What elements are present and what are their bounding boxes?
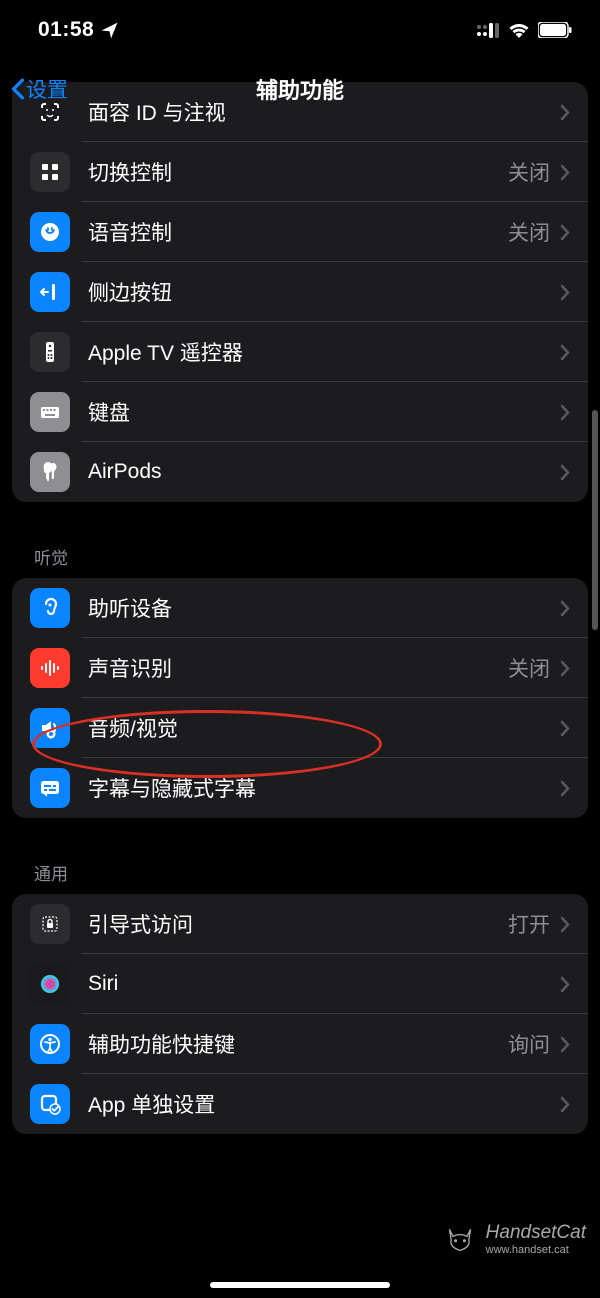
- chevron-right-icon: [560, 344, 570, 361]
- chevron-right-icon: [560, 104, 570, 121]
- chevron-right-icon: [560, 720, 570, 737]
- sound-recognition-icon: [30, 648, 70, 688]
- row-sound-recognition[interactable]: 声音识别 关闭: [12, 638, 588, 698]
- row-label: 音频/视觉: [88, 713, 560, 743]
- chevron-right-icon: [560, 284, 570, 301]
- row-apple-tv-remote[interactable]: Apple TV 遥控器: [12, 322, 588, 382]
- guided-access-icon: [30, 904, 70, 944]
- accessibility-shortcut-icon: [30, 1024, 70, 1064]
- group-hearing: 助听设备 声音识别 关闭 音频/视觉 字幕与隐藏式字幕: [12, 578, 588, 818]
- row-label: 键盘: [88, 397, 560, 427]
- watermark: HandsetCat www.handset.cat: [442, 1222, 586, 1256]
- wifi-icon: [508, 22, 530, 38]
- row-voice-control[interactable]: 语音控制 关闭: [12, 202, 588, 262]
- status-bar: 01:58: [0, 0, 600, 60]
- subtitles-icon: [30, 768, 70, 808]
- airpods-icon: [30, 452, 70, 492]
- chevron-right-icon: [560, 464, 570, 481]
- row-hearing-devices[interactable]: 助听设备: [12, 578, 588, 638]
- location-icon: [100, 21, 119, 40]
- row-audio-visual[interactable]: 音频/视觉: [12, 698, 588, 758]
- signal-icon: [476, 23, 500, 38]
- audio-visual-icon: [30, 708, 70, 748]
- apple-tv-remote-icon: [30, 332, 70, 372]
- status-time: 01:58: [38, 18, 94, 42]
- row-value: 关闭: [508, 157, 550, 187]
- chevron-right-icon: [560, 780, 570, 797]
- row-guided-access[interactable]: 引导式访问 打开: [12, 894, 588, 954]
- chevron-right-icon: [560, 660, 570, 677]
- chevron-right-icon: [560, 404, 570, 421]
- voice-control-icon: [30, 212, 70, 252]
- home-indicator[interactable]: [210, 1282, 390, 1288]
- row-value: 打开: [508, 909, 550, 939]
- chevron-right-icon: [560, 1036, 570, 1053]
- group-header-hearing: 听觉: [12, 544, 588, 578]
- hearing-devices-icon: [30, 588, 70, 628]
- row-airpods[interactable]: AirPods: [12, 442, 588, 502]
- siri-icon: [30, 964, 70, 1004]
- row-label: 面容 ID 与注视: [88, 97, 560, 127]
- keyboard-icon: [30, 392, 70, 432]
- row-label: 辅助功能快捷键: [88, 1029, 508, 1059]
- face-id-icon: [30, 92, 70, 132]
- row-per-app-settings[interactable]: App 单独设置: [12, 1074, 588, 1134]
- content: 面容 ID 与注视 切换控制 关闭 语音控制 关闭 侧边按: [0, 82, 600, 1134]
- row-label: Apple TV 遥控器: [88, 337, 560, 367]
- side-button-icon: [30, 272, 70, 312]
- row-label: Siri: [88, 972, 560, 996]
- chevron-right-icon: [560, 916, 570, 933]
- row-switch-control[interactable]: 切换控制 关闭: [12, 142, 588, 202]
- chevron-right-icon: [560, 976, 570, 993]
- row-value: 关闭: [508, 217, 550, 247]
- row-face-id[interactable]: 面容 ID 与注视: [12, 82, 588, 142]
- battery-icon: [538, 22, 572, 38]
- row-label: 切换控制: [88, 157, 508, 187]
- chevron-right-icon: [560, 600, 570, 617]
- row-side-button[interactable]: 侧边按钮: [12, 262, 588, 322]
- chevron-right-icon: [560, 224, 570, 241]
- status-right: [476, 22, 572, 38]
- watermark-text: HandsetCat: [486, 1222, 586, 1244]
- row-subtitles[interactable]: 字幕与隐藏式字幕: [12, 758, 588, 818]
- row-siri[interactable]: Siri: [12, 954, 588, 1014]
- watermark-url: www.handset.cat: [486, 1244, 586, 1256]
- cat-icon: [442, 1224, 478, 1254]
- per-app-settings-icon: [30, 1084, 70, 1124]
- row-keyboard[interactable]: 键盘: [12, 382, 588, 442]
- row-label: 侧边按钮: [88, 277, 560, 307]
- row-value: 关闭: [508, 653, 550, 683]
- row-label: 语音控制: [88, 217, 508, 247]
- group-general: 引导式访问 打开 Siri 辅助功能快捷键 询问 App: [12, 894, 588, 1134]
- row-label: AirPods: [88, 460, 560, 484]
- group-header-general: 通用: [12, 860, 588, 894]
- switch-control-icon: [30, 152, 70, 192]
- chevron-right-icon: [560, 1096, 570, 1113]
- row-accessibility-shortcut[interactable]: 辅助功能快捷键 询问: [12, 1014, 588, 1074]
- chevron-right-icon: [560, 164, 570, 181]
- row-value: 询问: [508, 1029, 550, 1059]
- row-label: 字幕与隐藏式字幕: [88, 773, 560, 803]
- row-label: App 单独设置: [88, 1089, 560, 1119]
- row-label: 引导式访问: [88, 909, 508, 939]
- scrollbar[interactable]: [592, 410, 598, 630]
- status-left: 01:58: [38, 18, 119, 42]
- group-physical: 面容 ID 与注视 切换控制 关闭 语音控制 关闭 侧边按: [12, 82, 588, 502]
- row-label: 声音识别: [88, 653, 508, 683]
- row-label: 助听设备: [88, 593, 560, 623]
